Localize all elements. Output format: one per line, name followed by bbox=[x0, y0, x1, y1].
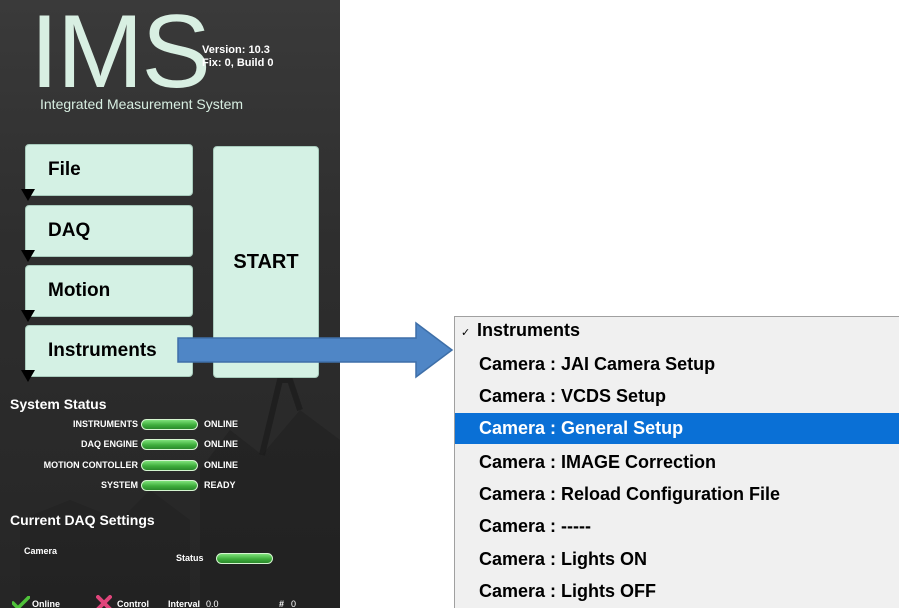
status-value: READY bbox=[204, 480, 236, 490]
status-name: DAQ ENGINE bbox=[80, 439, 138, 449]
build-line: Fix: 0, Build 0 bbox=[202, 57, 274, 69]
menu-item-label: Camera : Lights ON bbox=[479, 549, 648, 569]
menu-item-lights-on[interactable]: Camera : Lights ON bbox=[455, 544, 899, 575]
menu-item-label: Camera : ----- bbox=[479, 516, 592, 536]
app-subtitle: Integrated Measurement System bbox=[40, 96, 244, 112]
file-menu-label: File bbox=[48, 159, 81, 180]
interval-value: 0.0 bbox=[206, 599, 219, 608]
menu-item-lights-off[interactable]: Camera : Lights OFF bbox=[455, 576, 899, 607]
menu-item-label: Camera : Reload Configuration File bbox=[479, 484, 781, 504]
menu-item-separator[interactable]: Camera : ----- bbox=[455, 511, 899, 542]
control-label: Control bbox=[117, 599, 149, 608]
menu-item-general-setup[interactable]: Camera : General Setup bbox=[455, 413, 899, 444]
status-name: INSTRUMENTS bbox=[73, 419, 138, 429]
status-indicator bbox=[141, 460, 198, 471]
system-status-title: System Status bbox=[10, 396, 107, 412]
instruments-menu-label: Instruments bbox=[48, 340, 157, 361]
status-name: MOTION CONTOLLER bbox=[43, 460, 138, 470]
dropdown-arrow-icon bbox=[21, 250, 35, 262]
version-line: Version: 10.3 bbox=[202, 44, 270, 56]
instruments-menu-button[interactable]: Instruments bbox=[21, 325, 193, 382]
start-button-label: START bbox=[233, 251, 299, 273]
check-icon bbox=[12, 596, 30, 608]
status-name: SYSTEM bbox=[100, 480, 138, 490]
dropdown-arrow-icon bbox=[21, 370, 35, 382]
ims-control-panel: IMS Version: 10.3 Fix: 0, Build 0 Integr… bbox=[0, 0, 340, 608]
status-indicator bbox=[141, 439, 198, 450]
motion-menu-button[interactable]: Motion bbox=[21, 265, 193, 322]
dropdown-arrow-icon bbox=[21, 310, 35, 322]
status-value: ONLINE bbox=[204, 460, 239, 470]
ims-logo: IMS bbox=[30, 0, 211, 110]
daq-menu-label: DAQ bbox=[48, 220, 91, 241]
menu-item-jai-camera-setup[interactable]: Camera : JAI Camera Setup bbox=[455, 349, 899, 380]
status-indicator bbox=[141, 480, 198, 491]
checkmark-icon: ✓ bbox=[461, 327, 471, 339]
status-row-system: SYSTEM READY bbox=[0, 478, 280, 492]
dropdown-arrow-icon bbox=[21, 189, 35, 201]
status-indicator bbox=[141, 419, 198, 430]
status-value: ONLINE bbox=[204, 419, 239, 429]
daq-settings-title: Current DAQ Settings bbox=[10, 512, 155, 528]
status-value: ONLINE bbox=[204, 439, 239, 449]
dropdown-header-instruments[interactable]: ✓ Instruments bbox=[455, 317, 899, 348]
menu-item-reload-configuration[interactable]: Camera : Reload Configuration File bbox=[455, 479, 899, 510]
daq-menu-button[interactable]: DAQ bbox=[21, 205, 193, 262]
close-icon bbox=[96, 595, 112, 608]
interval-label: Interval bbox=[168, 599, 201, 608]
count-label: # bbox=[279, 599, 285, 608]
instruments-dropdown-menu: ✓ Instruments Camera : JAI Camera Setup … bbox=[454, 316, 899, 608]
camera-label: Camera bbox=[24, 546, 58, 556]
menu-item-image-correction[interactable]: Camera : IMAGE Correction bbox=[455, 447, 899, 478]
online-label: Online bbox=[32, 599, 61, 608]
menu-item-label: Camera : JAI Camera Setup bbox=[479, 354, 716, 374]
menu-item-label: Camera : IMAGE Correction bbox=[479, 452, 717, 472]
version-info: Version: 10.3 Fix: 0, Build 0 bbox=[202, 44, 274, 70]
status-row-instruments: INSTRUMENTS ONLINE bbox=[0, 417, 280, 431]
count-value: 0 bbox=[291, 599, 297, 608]
menu-item-label: Camera : VCDS Setup bbox=[479, 386, 667, 406]
menu-item-vcds-setup[interactable]: Camera : VCDS Setup bbox=[455, 381, 899, 412]
status-label: Status bbox=[176, 553, 204, 563]
menu-item-label: Camera : General Setup bbox=[479, 418, 684, 438]
status-row-motion-controller: MOTION CONTOLLER ONLINE bbox=[0, 458, 280, 472]
file-menu-button[interactable]: File bbox=[21, 144, 193, 201]
motion-menu-label: Motion bbox=[48, 280, 111, 301]
daq-status-indicator bbox=[216, 553, 273, 564]
status-row-daq-engine: DAQ ENGINE ONLINE bbox=[0, 437, 280, 451]
menu-item-label: Camera : Lights OFF bbox=[479, 581, 657, 601]
dropdown-header-label: Instruments bbox=[477, 320, 581, 340]
callout-arrow-icon bbox=[177, 321, 454, 379]
